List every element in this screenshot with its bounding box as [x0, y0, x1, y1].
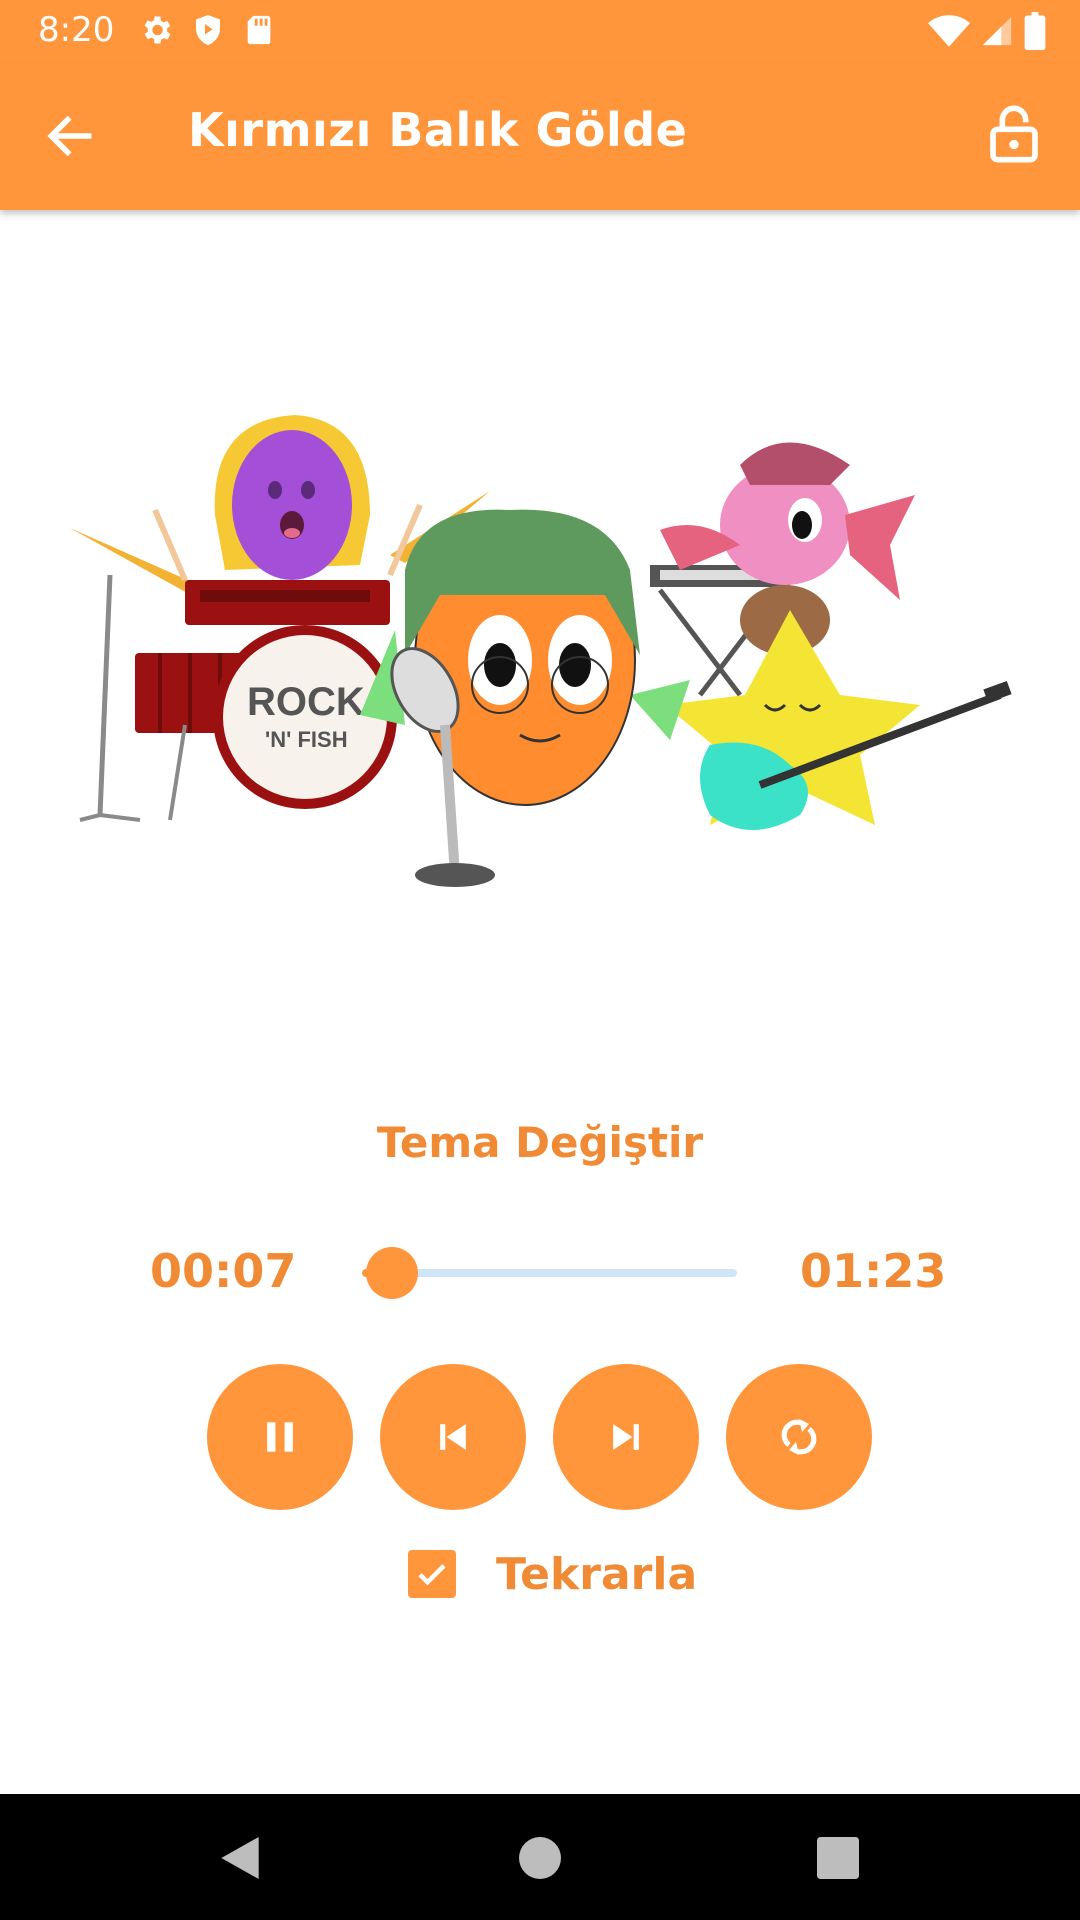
status-time: 8:20 — [38, 10, 115, 50]
signal-icon — [982, 16, 1012, 46]
repeat-row: Tekrarla — [408, 1546, 697, 1602]
pause-icon — [267, 1422, 293, 1452]
repeat-checkbox[interactable] — [408, 1550, 456, 1598]
page-title: Kırmızı Balık Gölde — [188, 103, 688, 157]
settings-icon — [144, 16, 171, 44]
wifi-icon — [928, 15, 970, 47]
skip-next-icon — [613, 1424, 639, 1450]
guitarist-character — [665, 585, 1012, 830]
back-triangle-icon — [221, 1837, 259, 1879]
shuffle-button[interactable] — [726, 1364, 872, 1510]
previous-button[interactable] — [380, 1364, 526, 1510]
unlock-button[interactable] — [986, 103, 1046, 169]
skip-previous-icon — [440, 1424, 466, 1450]
arrow-left-icon — [47, 115, 92, 157]
next-button[interactable] — [553, 1364, 699, 1510]
system-nav-bar — [0, 1794, 1080, 1920]
recents-square-icon — [817, 1837, 859, 1879]
check-icon — [418, 1564, 446, 1586]
nav-recents-button[interactable] — [810, 1830, 866, 1886]
shield-icon — [196, 15, 220, 45]
nav-home-button[interactable] — [512, 1830, 568, 1886]
status-bar: 8:20 — [0, 0, 1080, 63]
seek-bar[interactable] — [362, 1247, 737, 1299]
sd-card-icon — [247, 15, 271, 45]
total-time: 01:23 — [800, 1244, 947, 1298]
current-time: 00:07 — [150, 1244, 297, 1298]
drum-label-fish: 'N' FISH — [265, 727, 348, 752]
home-circle-icon — [519, 1837, 561, 1879]
pause-button[interactable] — [207, 1364, 353, 1510]
drummer-character — [152, 415, 423, 582]
app-bar: Kırmızı Balık Gölde — [0, 63, 1080, 210]
drum-label-rock: ROCK — [247, 680, 365, 724]
shuffle-icon — [781, 1419, 817, 1455]
repeat-label[interactable]: Tekrarla — [496, 1549, 697, 1600]
rock-n-fish-illustration: ROCK 'N' FISH — [70, 415, 1012, 887]
battery-icon — [1024, 12, 1046, 50]
back-button[interactable] — [40, 108, 106, 164]
status-icons-right — [928, 12, 1046, 50]
nav-back-button[interactable] — [212, 1830, 268, 1886]
change-theme-button[interactable]: Tema Değiştir — [0, 1118, 1080, 1167]
seek-thumb[interactable] — [366, 1247, 418, 1299]
status-icons-left — [138, 12, 276, 48]
lock-open-icon — [990, 105, 1038, 163]
